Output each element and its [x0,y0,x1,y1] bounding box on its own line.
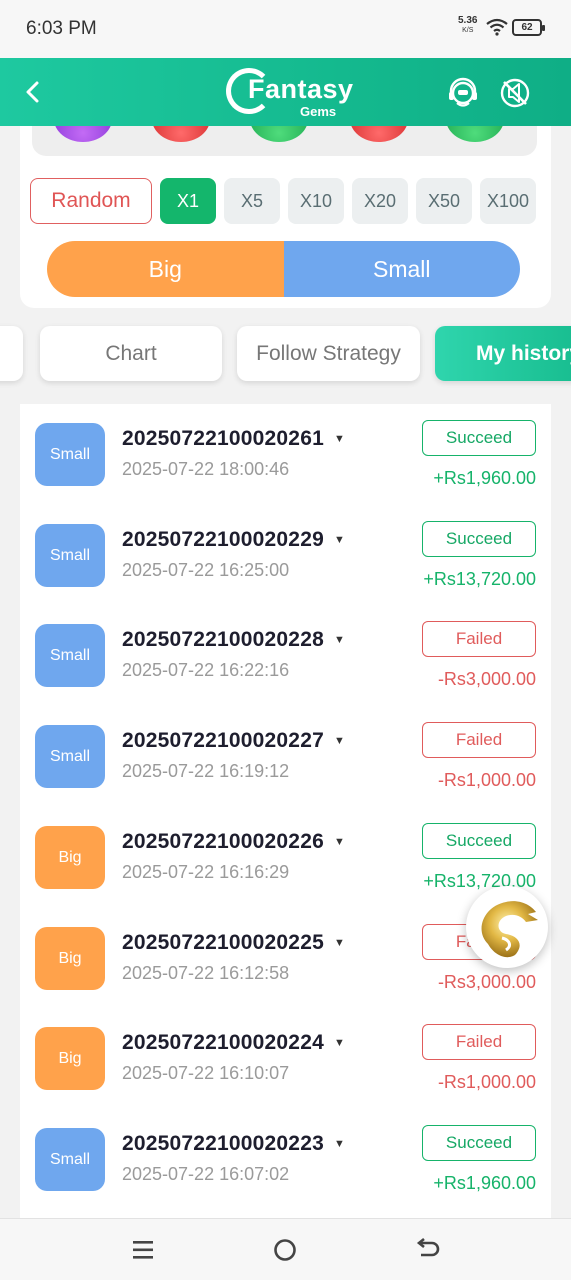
history-row[interactable]: Small 20250722100020229 ▼ 2025-07-22 16:25:… [20,505,551,605]
battery-icon: 62 [512,19,545,36]
multiplier-x100-button[interactable]: X100 [480,178,536,224]
expand-caret-icon[interactable]: ▼ [334,1037,345,1049]
result-status-badge: Succeed [422,822,536,859]
expand-caret-icon[interactable]: ▼ [334,634,345,646]
period-number: 20250722100020225 [122,930,324,954]
expand-caret-icon[interactable]: ▼ [334,433,345,445]
bet-panel: Random X1 X5 X10 X20 X50 X100 Big Small [20,126,551,308]
period-number: 20250722100020226 [122,829,324,853]
win-loss-amount: -Rs3,000.00 [437,669,536,690]
big-button[interactable]: Big [47,241,284,297]
expand-caret-icon[interactable]: ▼ [334,534,345,546]
wifi-icon [486,18,508,36]
tab-my-history[interactable]: My history [435,326,571,381]
expand-caret-icon[interactable]: ▼ [334,836,345,848]
result-status-badge: Succeed [422,420,536,456]
bet-time: 2025-07-22 16:10:07 [122,1063,290,1084]
period-number: 20250722100020223 [122,1131,324,1155]
multiplier-x1-button[interactable]: X1 [160,178,216,224]
tab-chart[interactable]: Chart [40,326,222,381]
result-status-badge: Succeed [422,1124,536,1161]
clock: 6:03 PM [26,18,97,39]
win-loss-amount: +Rs1,960.00 [433,468,536,488]
app-header: Fantasy Gems [0,58,571,126]
bet-time: 2025-07-22 16:12:58 [122,962,290,983]
history-row[interactable]: Big 20250722100020224 ▼ 2025-07-22 16:10:07… [20,1008,551,1108]
bet-time: 2025-07-22 16:07:02 [122,1163,290,1184]
history-row[interactable]: Small 20250722100020227 ▼ 2025-07-22 16:19:… [20,706,551,806]
dragon-logo-icon [481,901,538,958]
logo-title: Fantasy [248,74,354,104]
bet-time: 2025-07-22 18:00:46 [122,459,290,479]
big-small-selector: Big Small [47,241,520,297]
bet-time: 2025-07-22 16:19:12 [122,761,290,782]
red-ball-icon [350,126,408,142]
bet-type-badge: Small [35,523,105,587]
back-button[interactable] [18,75,48,109]
win-loss-amount: -Rs3,000.00 [437,971,536,992]
multiplier-x50-button[interactable]: X50 [416,178,472,224]
small-button[interactable]: Small [283,241,520,297]
bet-time: 2025-07-22 16:22:16 [122,660,290,681]
history-row[interactable]: Small 20250722100020261 ▼ 2025-07-22 18:00:… [20,404,551,504]
status-bar: 6:03 PM 5.36 K/S 62 [0,0,571,58]
multiplier-x5-button[interactable]: X5 [224,178,280,224]
bet-type-badge: Small [35,423,105,486]
result-status-badge: Failed [422,621,536,658]
win-loss-amount: +Rs13,720.00 [423,568,536,589]
system-nav-bar [0,1218,571,1280]
multiplier-x10-button[interactable]: X10 [288,178,344,224]
result-status-badge: Succeed [422,520,536,557]
network-speed: 5.36 K/S [458,15,478,35]
fantasy-gems-logo: Fantasy Gems [226,64,353,122]
purple-ball-icon [54,126,112,142]
support-agent-icon[interactable] [446,76,480,110]
home-circle-icon[interactable] [270,1235,300,1265]
floating-dragon-button[interactable] [466,886,548,968]
history-list: Small 20250722100020261 ▼ 2025-07-22 18:00:… [20,404,551,1219]
history-row[interactable]: Small 20250722100020228 ▼ 2025-07-22 16:22:… [20,605,551,705]
win-loss-amount: -Rs1,000.00 [437,1072,536,1093]
win-loss-amount: -Rs1,000.00 [437,770,536,791]
history-row[interactable]: Small 20250722100020223 ▼ 2025-07-22 16:07:… [20,1109,551,1209]
logo-subtitle: Gems [300,104,337,119]
result-status-badge: Failed [422,722,536,759]
tab-previous-partial[interactable] [0,326,23,381]
bet-type-badge: Small [35,624,105,688]
expand-caret-icon[interactable]: ▼ [334,937,345,949]
period-number: 20250722100020224 [122,1031,324,1055]
bet-type-badge: Big [35,926,105,990]
menu-icon[interactable] [128,1235,158,1265]
bet-time: 2025-07-22 16:25:00 [122,559,290,580]
bet-type-badge: Small [35,1127,105,1191]
period-number: 20250722100020228 [122,628,324,652]
win-loss-amount: +Rs1,960.00 [433,1172,536,1193]
back-arrow-icon[interactable] [413,1235,443,1265]
period-number: 20250722100020261 [122,427,324,450]
bet-type-badge: Small [35,725,105,789]
bet-type-badge: Big [35,1027,105,1091]
result-status-badge: Failed [422,1024,536,1061]
bet-time: 2025-07-22 16:16:29 [122,861,290,882]
expand-caret-icon[interactable]: ▼ [334,735,345,747]
multiplier-x20-button[interactable]: X20 [352,178,408,224]
period-number: 20250722100020227 [122,729,324,753]
sound-off-icon[interactable] [498,76,532,110]
green-ball-icon [250,126,308,142]
tab-follow-strategy[interactable]: Follow Strategy [237,326,420,381]
result-balls-tray [32,126,537,156]
green-ball-icon [446,126,504,142]
period-number: 20250722100020229 [122,527,324,551]
expand-caret-icon[interactable]: ▼ [334,1138,345,1150]
red-ball-icon [152,126,210,142]
bet-type-badge: Big [35,825,105,889]
random-button[interactable]: Random [30,178,152,224]
